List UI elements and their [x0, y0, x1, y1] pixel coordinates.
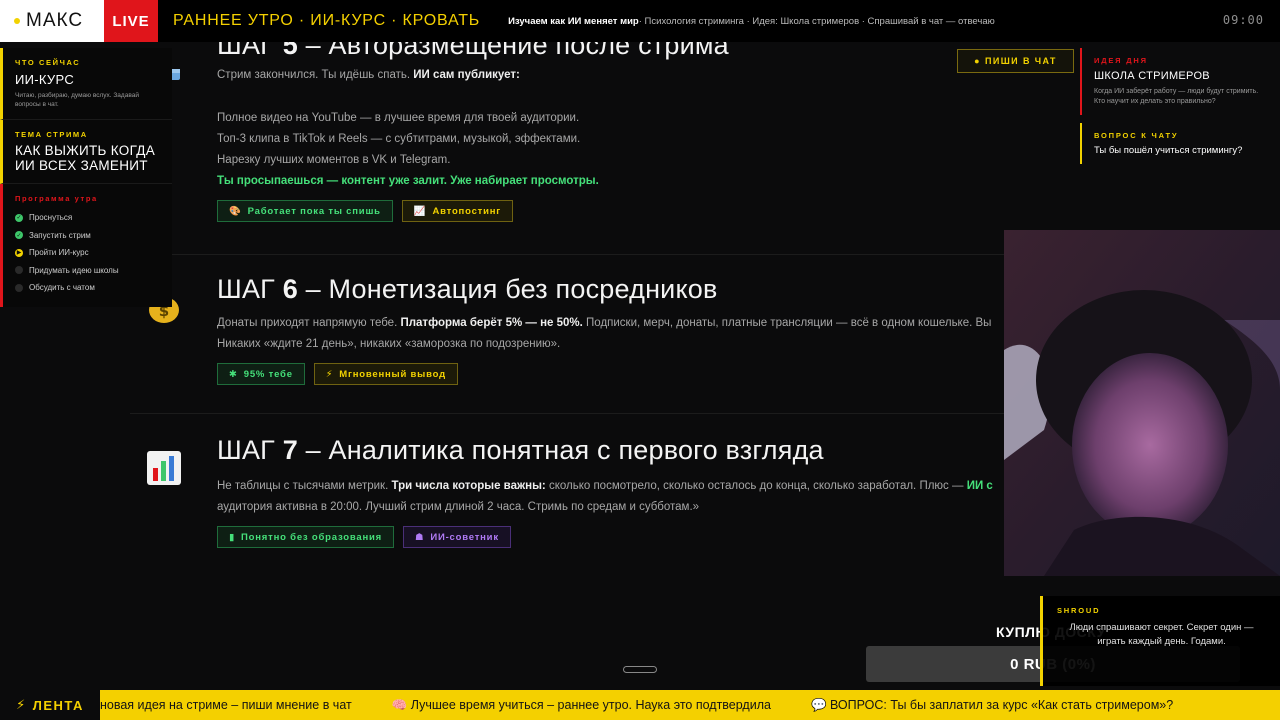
step-5-line-3: Нарезку лучших моментов в VK и Telegram. [217, 154, 451, 166]
step-6-tags: ✱ 95% тебе ⚡ Мгновенный вывод [217, 363, 1004, 385]
step-6: ШАГ 6 – Монетизация без посредников Дона… [217, 274, 1004, 385]
chart-icon: 📈 [413, 205, 427, 217]
pending-dot-icon [15, 283, 23, 292]
step-5-line-1: Полное видео на YouTube — в лучшее время… [217, 112, 580, 124]
webcam-feed [1004, 230, 1280, 576]
now-block: ЧТО СЕЙЧАС ИИ-КУРС Читаю, разбираю, дума… [0, 48, 172, 120]
ticker-item: 🧠 Лучшее время учиться – раннее утро. На… [391, 697, 771, 712]
step-6-para-1: Донаты приходят напрямую тебе. Платформа… [217, 317, 992, 329]
step-7-tags: ▮ Понятно без образования ☗ ИИ-советник [217, 526, 1004, 548]
tag-works-while-sleeping: 🎨 Работает пока ты спишь [217, 200, 393, 222]
check-icon: ✓ [15, 231, 23, 240]
step-5-line-2: Топ-3 клипа в TikTok и Reels — с субтитр… [217, 133, 581, 145]
tag-95-percent: ✱ 95% тебе [217, 363, 305, 385]
idea-title: ШКОЛА СТРИМЕРОВ [1094, 70, 1210, 82]
idea-block: ИДЕЯ ДНЯ ШКОЛА СТРИМЕРОВ Когда ИИ заберё… [1080, 48, 1280, 115]
pending-dot-icon [15, 266, 23, 275]
right-panel: ИДЕЯ ДНЯ ШКОЛА СТРИМЕРОВ Когда ИИ заберё… [1080, 48, 1280, 164]
scroll-handle[interactable] [623, 666, 657, 673]
step-7-para-1: Не таблицы с тысячами метрик. Три числа … [217, 480, 993, 492]
tag-no-education: ▮ Понятно без образования [217, 526, 394, 548]
divider [130, 413, 1004, 414]
program-list: ✓ Проснуться ✓ Запустить стрим ▶ Пройти ИИ-… [15, 209, 160, 297]
program-item: ✓ Проснуться [15, 213, 73, 223]
brand-logo: МАКС [0, 0, 104, 42]
top-bar: МАКС LIVE РАННЕЕ УТРО · ИИ-КУРС · КРОВАТ… [0, 0, 1280, 42]
idea-kicker: ИДЕЯ ДНЯ [1094, 56, 1148, 65]
now-kicker: ЧТО СЕЙЧАС [15, 58, 81, 67]
show-title: РАННЕЕ УТРО · ИИ-КУРС · КРОВАТЬ [173, 12, 481, 29]
lightning-icon: ⚡ [325, 368, 334, 380]
top-ticker: Изучаем как ИИ меняет мир · Психология с… [508, 16, 995, 27]
step-7-title: ШАГ 7 – Аналитика понятная с первого взг… [217, 435, 824, 465]
step-7: ШАГ 7 – Аналитика понятная с первого взг… [217, 435, 1004, 548]
now-title: ИИ-КУРС [15, 72, 75, 87]
top-ticker-text: · Психология стриминга · Идея: Школа стр… [638, 15, 995, 27]
step-5-line-4: Ты просыпаешься — контент уже залит. Уже… [217, 175, 599, 187]
bottom-ticker: ⚡ ЛЕНТА новая идея на стриме – пиши мнени… [0, 690, 1280, 720]
phone-icon: ▮ [229, 531, 236, 543]
topic-kicker: ТЕМА СТРИМА [15, 130, 88, 139]
bar-chart-icon [144, 448, 184, 488]
dot-icon: ● [974, 56, 981, 66]
sparkle-icon: ✱ [229, 368, 238, 380]
program-kicker: Программа утра [15, 194, 98, 203]
divider [130, 254, 1004, 255]
play-icon: ▶ [15, 248, 23, 257]
tag-ai-advisor: ☗ ИИ-советник [402, 526, 511, 548]
now-subtitle: Читаю, разбираю, думаю вслух. Задавай во… [15, 92, 139, 108]
palette-icon: 🎨 [229, 205, 242, 217]
feed-label: ⚡ ЛЕНТА [0, 690, 100, 720]
chat-message: SHROUD Люди спрашивают секрет. Секрет од… [1040, 596, 1280, 686]
topic-block: ТЕМА СТРИМА КАК ВЫЖИТЬ КОГДА ИИ ВСЕХ ЗАМ… [0, 120, 172, 184]
tag-instant-payout: ⚡ Мгновенный вывод [313, 363, 458, 385]
topic-title: КАК ВЫЖИТЬ КОГДА ИИ ВСЕХ ЗАМЕНИТ [15, 143, 156, 173]
brand-dot-icon [14, 18, 20, 24]
brand-name: МАКС [26, 10, 84, 31]
step-5: ШАГ 5 – Авторазмещение после стрима Стри… [217, 42, 1004, 222]
idea-subtitle: Когда ИИ заберёт работу — люди будут стр… [1094, 88, 1259, 105]
main-content[interactable]: ШАГ 5 – Авторазмещение после стрима Стри… [130, 42, 1004, 682]
clock: 09:00 [1222, 13, 1264, 27]
step-5-title: ШАГ 5 – Авторазмещение после стрима [217, 42, 729, 60]
left-panel: ЧТО СЕЙЧАС ИИ-КУРС Читаю, разбираю, дума… [0, 48, 172, 307]
ticker-items: новая идея на стриме – пиши мнение в чат… [100, 698, 1213, 713]
question-text: Ты бы пошёл учиться стримингу? [1094, 145, 1243, 156]
write-in-chat-badge: ● ПИШИ В ЧАТ [957, 49, 1074, 73]
program-block: Программа утра ✓ Проснуться ✓ Запустить ст… [0, 184, 172, 307]
program-item: Обсудить с чатом [15, 279, 160, 297]
robot-icon: ☗ [414, 531, 425, 543]
chat-username: SHROUD [1057, 606, 1101, 615]
chat-text: Люди спрашивают секрет. Секрет один — иг… [1069, 622, 1254, 647]
question-block: ВОПРОС К ЧАТУ Ты бы пошёл учиться стрими… [1080, 123, 1280, 164]
ticker-item: 💬 ВОПРОС: Ты бы заплатил за курс «Как ст… [810, 697, 1174, 712]
ticker-item: новая идея на стриме – пиши мнение в чат [100, 697, 352, 712]
program-item: ✓ Запустить стрим [15, 230, 91, 240]
step-5-tags: 🎨 Работает пока ты спишь 📈 Автопостинг [217, 200, 1004, 222]
top-ticker-highlight: Изучаем как ИИ меняет мир [508, 15, 639, 27]
lightning-icon: ⚡ [16, 697, 27, 712]
step-5-intro: Стрим закончился. Ты идёшь спать. ИИ сам… [217, 69, 520, 81]
question-kicker: ВОПРОС К ЧАТУ [1094, 131, 1179, 140]
step-7-para-2: аудитория активна в 20:00. Лучший стрим … [217, 501, 700, 513]
live-badge: LIVE [104, 0, 158, 42]
step-6-title: ШАГ 6 – Монетизация без посредников [217, 274, 718, 304]
step-6-para-2: Никаких «ждите 21 день», никаких «заморо… [217, 338, 561, 350]
check-icon: ✓ [15, 213, 23, 222]
tag-autoposting: 📈 Автопостинг [401, 200, 514, 222]
program-item: ▶ Пройти ИИ-курс [15, 248, 89, 258]
program-item: Придумать идею школы [15, 262, 160, 280]
